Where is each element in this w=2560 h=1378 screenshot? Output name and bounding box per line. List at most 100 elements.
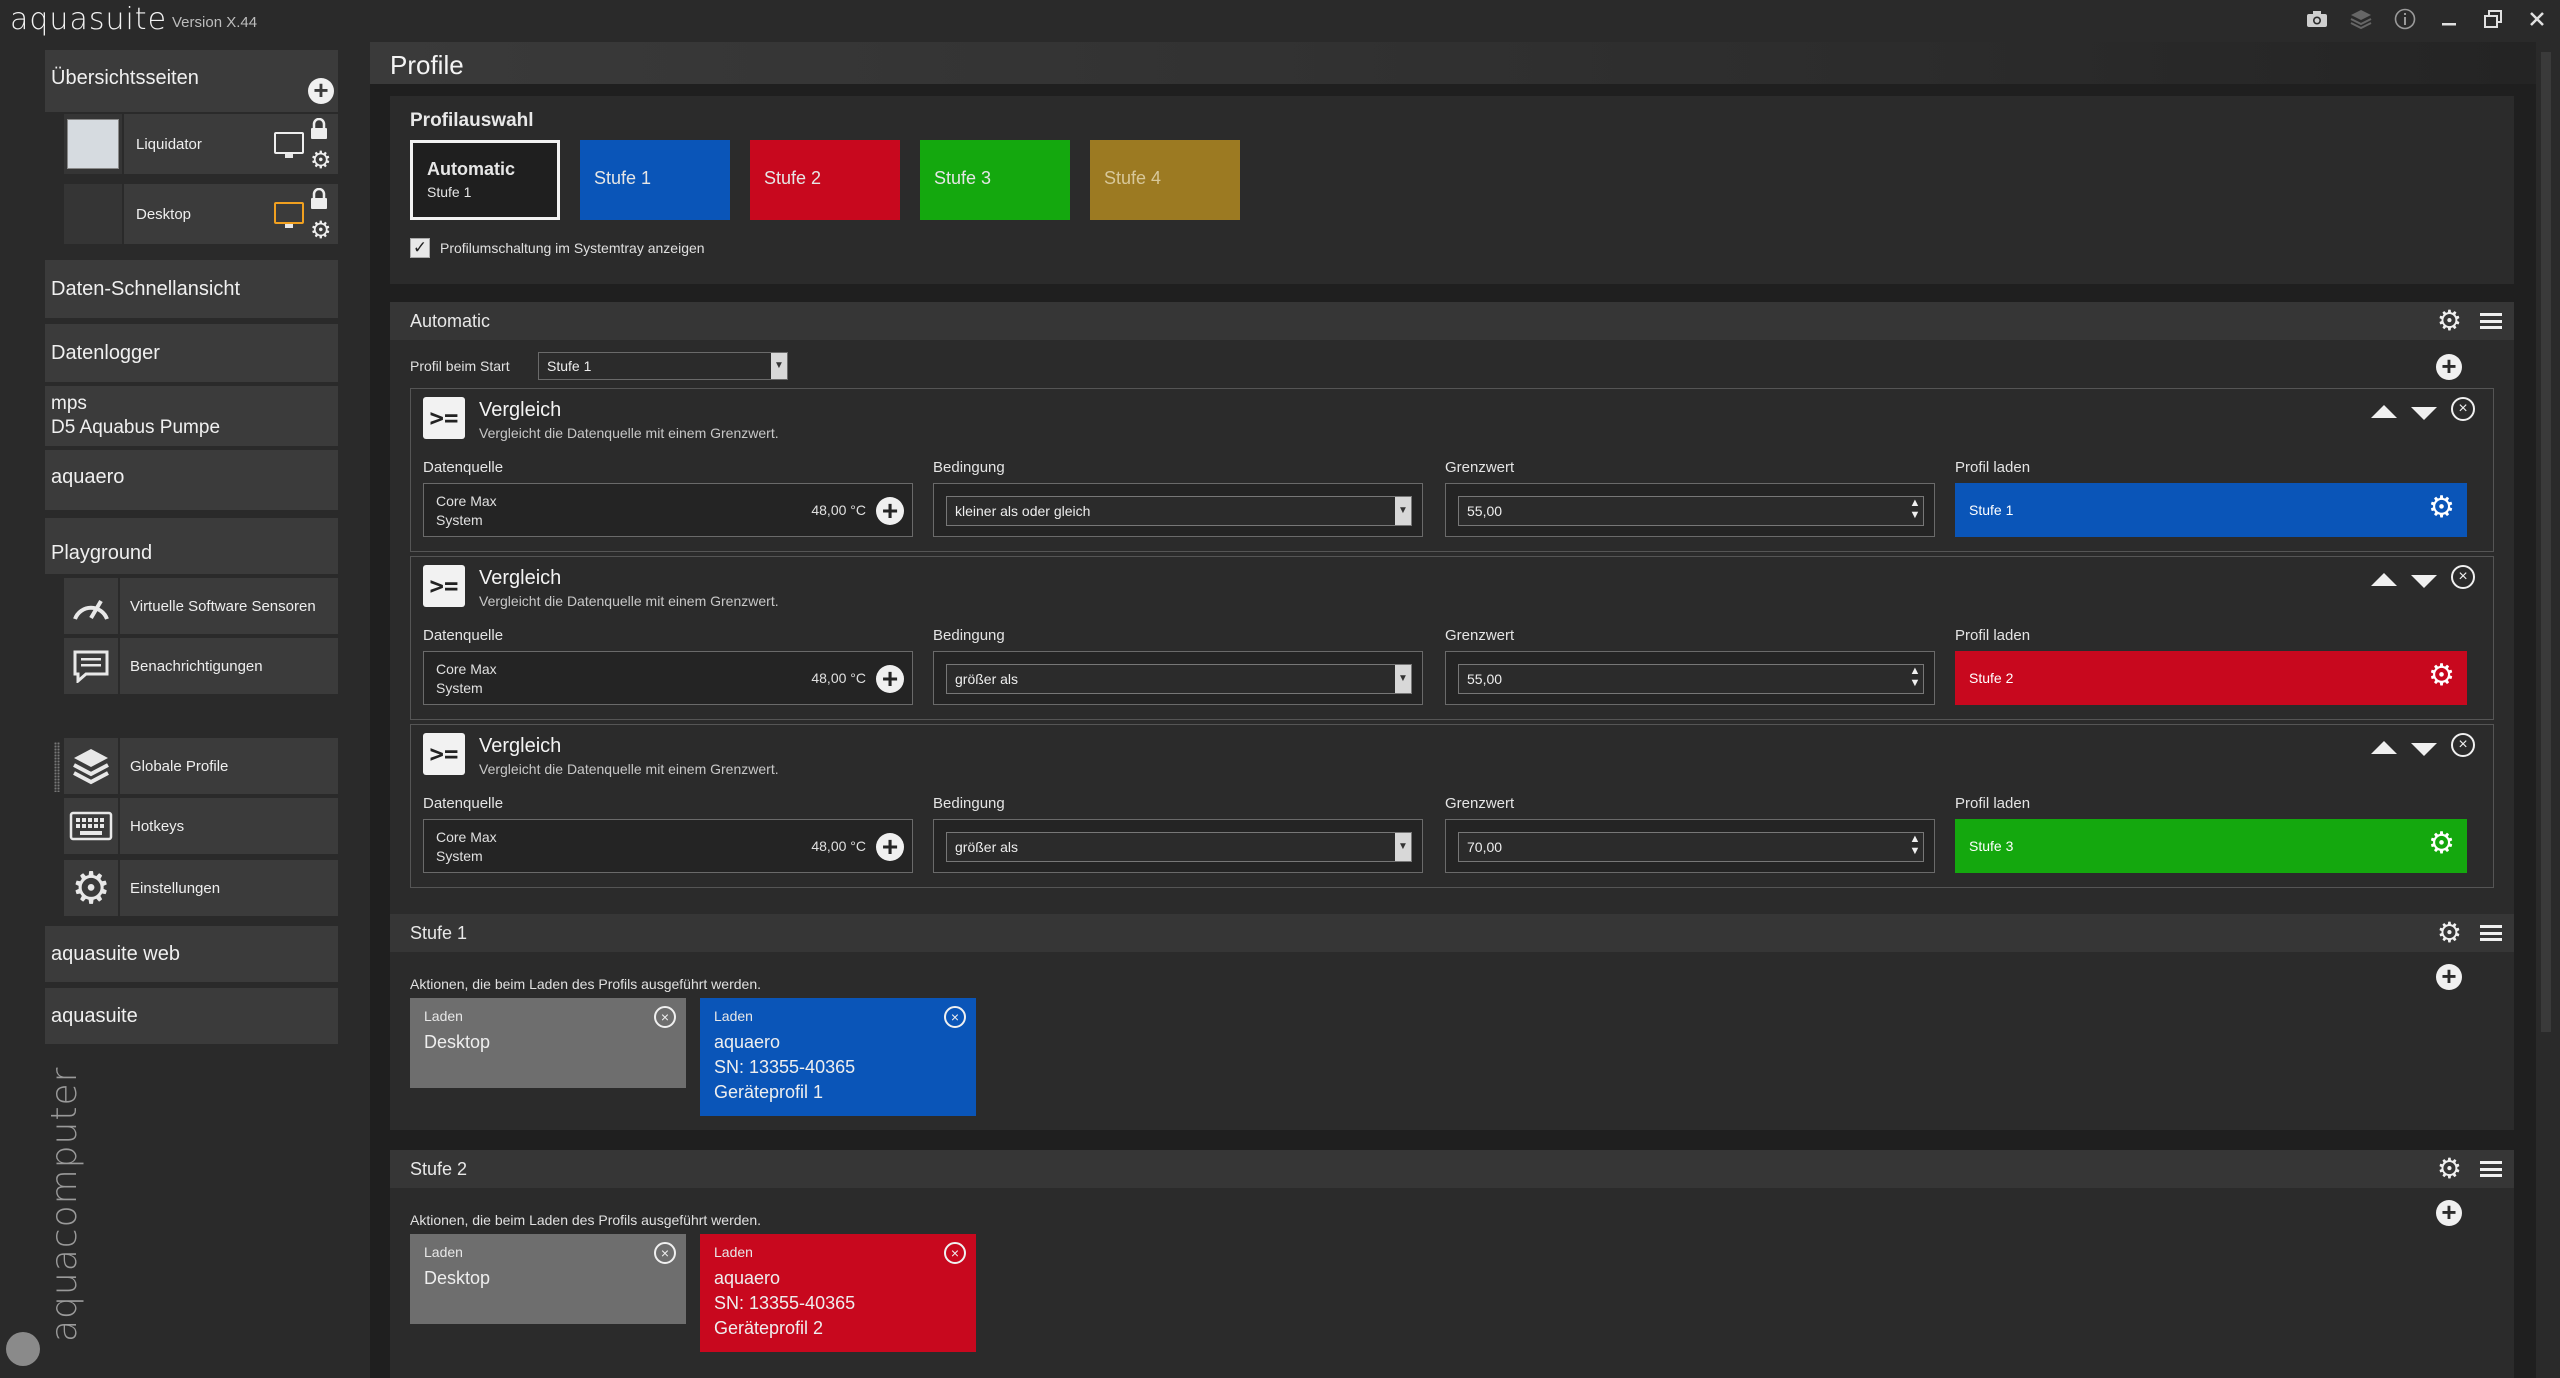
gear-icon[interactable]: ⚙ (2428, 493, 2455, 523)
add-source-icon[interactable]: + (876, 665, 904, 693)
action-card[interactable]: Laden aquaero SN: 13355-40365 Geräteprof… (700, 1234, 976, 1352)
add-rule-icon[interactable]: + (2436, 353, 2462, 380)
rule-subtitle: Vergleicht die Datenquelle mit einem Gre… (479, 593, 779, 609)
menu-icon[interactable] (2480, 925, 2502, 941)
add-action-icon[interactable]: + (2436, 963, 2462, 990)
data-source-field[interactable]: Core Max System 48,00 °C + (423, 651, 913, 705)
compare-icon: >= (423, 733, 465, 775)
remove-action-icon[interactable]: × (944, 1006, 966, 1028)
action-card[interactable]: Laden Desktop × (410, 998, 686, 1088)
monitor-icon[interactable] (274, 132, 304, 158)
sidebar-item-playground[interactable]: Playground (45, 518, 338, 574)
sidebar-item-aquasuite-web[interactable]: aquasuite web (45, 926, 338, 982)
restore-icon[interactable] (2480, 6, 2506, 32)
select-value: Stufe 1 (547, 358, 592, 374)
remove-action-icon[interactable]: × (654, 1006, 676, 1028)
move-up-icon[interactable] (2371, 573, 2397, 586)
data-source-field[interactable]: Core Max System 48,00 °C + (423, 483, 913, 537)
profile-tile-sublabel: Stufe 1 (427, 184, 472, 200)
sidebar-item-aquasuite[interactable]: aquasuite (45, 988, 338, 1044)
profile-load-button[interactable]: Stufe 3 ⚙ (1955, 819, 2467, 873)
playground-item-settings[interactable]: ⚙ Einstellungen (64, 860, 338, 916)
gear-icon[interactable]: ⚙ (2428, 661, 2455, 691)
sidebar-item-quick-view[interactable]: Daten-Schnellansicht (45, 260, 338, 318)
sidebar-item-overview-pages[interactable]: Übersichtsseiten + (45, 50, 338, 112)
layers-icon[interactable] (2348, 6, 2374, 32)
data-source-field[interactable]: Core Max System 48,00 °C + (423, 819, 913, 873)
stufe-2-panel: Stufe 2 ⚙ Aktionen, die beim Laden des P… (390, 1150, 2514, 1378)
panel-header: Stufe 2 ⚙ (390, 1150, 2514, 1188)
drag-handle[interactable] (54, 742, 60, 792)
add-action-icon[interactable]: + (2436, 1199, 2462, 1226)
close-icon[interactable] (2524, 6, 2550, 32)
profile-tile-stufe-3[interactable]: Stufe 3 (920, 140, 1070, 220)
sidebar-item-aquaero[interactable]: aquaero (45, 450, 338, 510)
spinner-icon[interactable]: ▲ ▼ (1907, 833, 1923, 861)
profile-load-button[interactable]: Stufe 1 ⚙ (1955, 483, 2467, 537)
remove-rule-icon[interactable]: × (2451, 733, 2475, 757)
sidebar-item-data-logger[interactable]: Datenlogger (45, 324, 338, 382)
threshold-input[interactable]: 55,00 ▲ ▼ (1458, 496, 1924, 526)
info-icon[interactable] (2392, 6, 2418, 32)
spinner-icon[interactable]: ▲ ▼ (1907, 497, 1923, 525)
start-profile-select[interactable]: Stufe 1 ▼ (538, 352, 788, 380)
action-type-label: Laden (424, 1244, 463, 1260)
menu-icon[interactable] (2480, 313, 2502, 329)
action-card[interactable]: Laden aquaero SN: 13355-40365 Geräteprof… (700, 998, 976, 1116)
move-down-icon[interactable] (2411, 743, 2437, 756)
sidebar-item-label: aquasuite web (51, 942, 180, 965)
condition-select[interactable]: kleiner als oder gleich ▼ (946, 496, 1412, 526)
scrollbar-thumb[interactable] (2541, 52, 2551, 1032)
playground-item-hotkeys[interactable]: Hotkeys (64, 798, 338, 854)
sidebar-item-mps[interactable]: mps D5 Aquabus Pumpe (45, 386, 338, 446)
playground-item-notifications[interactable]: Benachrichtigungen (64, 638, 338, 694)
remove-rule-icon[interactable]: × (2451, 565, 2475, 589)
gear-icon[interactable]: ⚙ (310, 216, 332, 245)
page-thumbnail (64, 184, 124, 244)
minimize-icon[interactable] (2436, 6, 2462, 32)
gear-icon: ⚙ (64, 860, 120, 916)
add-source-icon[interactable]: + (876, 497, 904, 525)
profile-tile-stufe-4[interactable]: Stufe 4 (1090, 140, 1240, 220)
gear-icon[interactable]: ⚙ (2437, 919, 2462, 947)
select-value: größer als (955, 671, 1019, 687)
lock-icon[interactable] (310, 117, 328, 146)
menu-icon[interactable] (2480, 1161, 2502, 1177)
profile-tile-stufe-2[interactable]: Stufe 2 (750, 140, 900, 220)
profile-tile-stufe-1[interactable]: Stufe 1 (580, 140, 730, 220)
add-page-icon[interactable]: + (308, 77, 334, 104)
add-source-icon[interactable]: + (876, 833, 904, 861)
condition-select[interactable]: größer als ▼ (946, 664, 1412, 694)
gear-icon[interactable]: ⚙ (2437, 307, 2462, 335)
remove-action-icon[interactable]: × (654, 1242, 676, 1264)
remove-rule-icon[interactable]: × (2451, 397, 2475, 421)
profile-tile-automatic[interactable]: Automatic Stufe 1 (410, 140, 560, 220)
threshold-input[interactable]: 70,00 ▲ ▼ (1458, 832, 1924, 862)
overview-page-item[interactable]: Desktop ⚙ (64, 184, 338, 244)
spinner-icon[interactable]: ▲ ▼ (1907, 665, 1923, 693)
move-up-icon[interactable] (2371, 405, 2397, 418)
gear-icon[interactable]: ⚙ (310, 146, 332, 175)
compare-icon: >= (423, 565, 465, 607)
remove-action-icon[interactable]: × (944, 1242, 966, 1264)
playground-item-virtual-sensors[interactable]: Virtuelle Software Sensoren (64, 578, 338, 634)
condition-select[interactable]: größer als ▼ (946, 832, 1412, 862)
camera-icon[interactable] (2304, 6, 2330, 32)
threshold-input[interactable]: 55,00 ▲ ▼ (1458, 664, 1924, 694)
action-target: Desktop (424, 1268, 491, 1288)
move-down-icon[interactable] (2411, 407, 2437, 420)
profile-load-button[interactable]: Stufe 2 ⚙ (1955, 651, 2467, 705)
gear-icon[interactable]: ⚙ (2428, 829, 2455, 859)
systemtray-checkbox[interactable]: ✓ (410, 238, 430, 258)
lock-icon[interactable] (310, 187, 328, 216)
vertical-scrollbar[interactable] (2538, 42, 2554, 1378)
playground-item-global-profiles[interactable]: Globale Profile (64, 738, 338, 794)
overview-page-item[interactable]: Liquidator ⚙ (64, 114, 338, 174)
sidebar-item-sublabel: D5 Aquabus Pumpe (51, 417, 221, 438)
action-card[interactable]: Laden Desktop × (410, 1234, 686, 1324)
gear-icon[interactable]: ⚙ (2437, 1155, 2462, 1183)
move-down-icon[interactable] (2411, 575, 2437, 588)
input-value: 55,00 (1467, 671, 1503, 687)
monitor-icon[interactable] (274, 202, 304, 228)
move-up-icon[interactable] (2371, 741, 2397, 754)
